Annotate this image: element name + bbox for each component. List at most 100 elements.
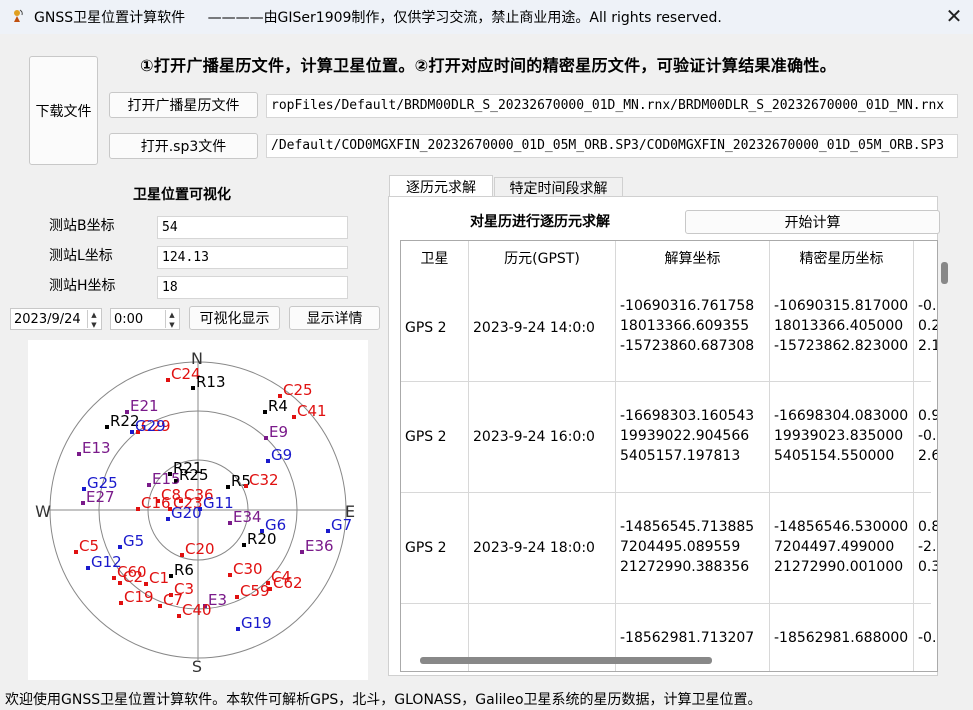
satellite-label: C2 (123, 568, 143, 586)
header-precise[interactable]: 精密星历坐标 (770, 241, 914, 275)
tab-period-solve[interactable]: 特定时间段求解 (494, 177, 623, 197)
satellite-marker: C1 (144, 569, 169, 587)
tab-epoch-solve[interactable]: 逐历元求解 (389, 175, 493, 197)
start-calc-button[interactable]: 开始计算 (685, 210, 940, 234)
satellite-dot (166, 378, 170, 382)
row-diff: 0.9 -0. 2.6 (914, 381, 937, 492)
table-row[interactable]: GPS 2 2023-9-24 18:0:0 -14856545.713885 … (401, 492, 937, 604)
satellite-marker: G5 (118, 532, 144, 550)
diff-z: 0.3 (918, 559, 937, 575)
table-header: 卫星 历元(GPST) 解算坐标 精密星历坐标 (401, 241, 931, 275)
solve-heading: 对星历进行逐历元求解 (470, 214, 610, 230)
row-sat: GPS 2 (401, 492, 469, 603)
satellite-label: R25 (179, 466, 209, 484)
diff-x: -0. (918, 630, 937, 646)
satellite-marker: G9 (266, 446, 292, 464)
header-epoch[interactable]: 历元(GPST) (469, 241, 616, 275)
satellite-dot (112, 576, 116, 580)
satellite-dot (235, 595, 239, 599)
south-label: S (192, 657, 202, 676)
calc-x: -14856545.713885 (620, 519, 755, 535)
row-precise: -18562981.688000 (770, 603, 914, 671)
time-value: 0:00 (114, 311, 144, 327)
satellite-dot (169, 574, 173, 578)
station-l-label: 测站L坐标 (49, 248, 113, 264)
precise-x: -10690315.817000 (774, 298, 909, 314)
satellite-label: E36 (305, 537, 334, 555)
vertical-scrollbar-thumb[interactable] (941, 262, 948, 284)
satellite-label: C7 (163, 591, 183, 609)
station-l-input[interactable]: 124.13 (157, 246, 348, 269)
satellite-label: G9 (271, 446, 292, 464)
satellite-dot (119, 601, 123, 605)
satellite-dot (158, 604, 162, 608)
close-button[interactable]: ✕ (938, 2, 970, 30)
row-calc: -10690316.761758 18013366.609355 -157238… (616, 275, 770, 381)
precise-x: -18562981.688000 (774, 630, 909, 646)
satellite-dot (86, 566, 90, 570)
download-file-button[interactable]: 下载文件 (29, 56, 98, 165)
app-title: GNSS卫星位置计算软件 (34, 10, 186, 26)
satellite-dot (180, 553, 184, 557)
date-spinner-icon[interactable]: ▲ ▼ (87, 310, 100, 329)
satellite-marker: C19 (119, 588, 154, 606)
satellite-label: C30 (233, 560, 263, 578)
table-row[interactable]: GPS 2 2023-9-24 16:0:0 -16698303.160543 … (401, 381, 937, 493)
station-h-input[interactable]: 18 (157, 276, 348, 299)
satellite-marker: G7 (326, 516, 352, 534)
open-broadcast-button[interactable]: 打开广播星历文件 (109, 92, 258, 118)
satellite-label: R4 (268, 397, 288, 415)
sp3-path-field[interactable]: /Default/COD0MGXFIN_20232670000_01D_05M_… (266, 134, 958, 158)
satellite-dot (147, 483, 151, 487)
satellite-label: C16 (141, 494, 171, 512)
time-picker[interactable]: 0:00 ▲ ▼ (110, 308, 180, 330)
diff-y: 0.2 (918, 318, 937, 334)
calc-y: 7204495.089559 (620, 539, 741, 555)
precise-y: 19939023.835000 (774, 428, 904, 444)
satellite-marker: G19 (236, 614, 272, 632)
satellite-dot (177, 614, 181, 618)
visualization-title: 卫星位置可视化 (133, 187, 231, 203)
table-row[interactable]: GPS 2 2023-9-24 14:0:0 -10690316.761758 … (401, 275, 937, 382)
diff-x: 0.8 (918, 519, 937, 535)
diff-z: 2.6 (918, 448, 937, 464)
satellite-marker: R4 (263, 397, 288, 415)
time-spinner-icon[interactable]: ▲ ▼ (165, 310, 178, 329)
satellite-dot (300, 550, 304, 554)
header-diff[interactable] (914, 241, 937, 275)
row-epoch: 2023-9-24 16:0:0 (469, 381, 616, 492)
satellite-marker: E27 (81, 488, 115, 506)
satellite-dot (130, 430, 134, 434)
satellite-label: R13 (196, 373, 226, 391)
satellite-label: C19 (124, 588, 154, 606)
diff-z: 2.1 (918, 338, 937, 354)
title-bar: GNSS卫星位置计算软件 ————由GISer1909制作，仅供学习交流，禁止商… (0, 0, 973, 34)
satellite-label: E34 (233, 508, 262, 526)
satellite-dot (166, 517, 170, 521)
horizontal-scrollbar-thumb[interactable] (420, 657, 712, 664)
header-calc[interactable]: 解算坐标 (616, 241, 770, 275)
diff-y: -2. (918, 539, 937, 555)
visualize-button[interactable]: 可视化显示 (189, 306, 280, 330)
station-h-label: 测站H坐标 (49, 278, 116, 294)
satellite-dot (81, 501, 85, 505)
row-sat: GPS 2 (401, 275, 469, 381)
satellite-label: G11 (203, 494, 234, 512)
results-table[interactable]: 卫星 历元(GPST) 解算坐标 精密星历坐标 GPS 2 2023-9-24 … (400, 240, 938, 672)
header-sat[interactable]: 卫星 (401, 241, 469, 275)
satellite-label: C20 (185, 540, 215, 558)
show-details-button[interactable]: 显示详情 (289, 306, 380, 330)
date-picker[interactable]: 2023/9/24 ▲ ▼ (10, 308, 102, 330)
row-precise: -14856546.530000 7204497.499000 21272990… (770, 492, 914, 603)
satellite-marker: C41 (292, 402, 327, 420)
row-precise: -10690315.817000 18013366.405000 -157238… (770, 275, 914, 381)
row-sat: GPS 2 (401, 381, 469, 492)
satellite-dot (292, 415, 296, 419)
satellite-marker: G29 (130, 417, 166, 435)
station-b-input[interactable]: 54 (157, 216, 348, 239)
satellite-layer: C24R13 C25R4 C41E21R22 C29G29 E9E13 G9R21R25E… (74, 365, 352, 632)
satellite-dot (118, 581, 122, 585)
precise-z: 21272990.001000 (774, 559, 904, 575)
open-sp3-button[interactable]: 打开.sp3文件 (109, 133, 258, 159)
broadcast-path-field[interactable]: ropFiles/Default/BRDM00DLR_S_20232670000… (266, 94, 958, 118)
